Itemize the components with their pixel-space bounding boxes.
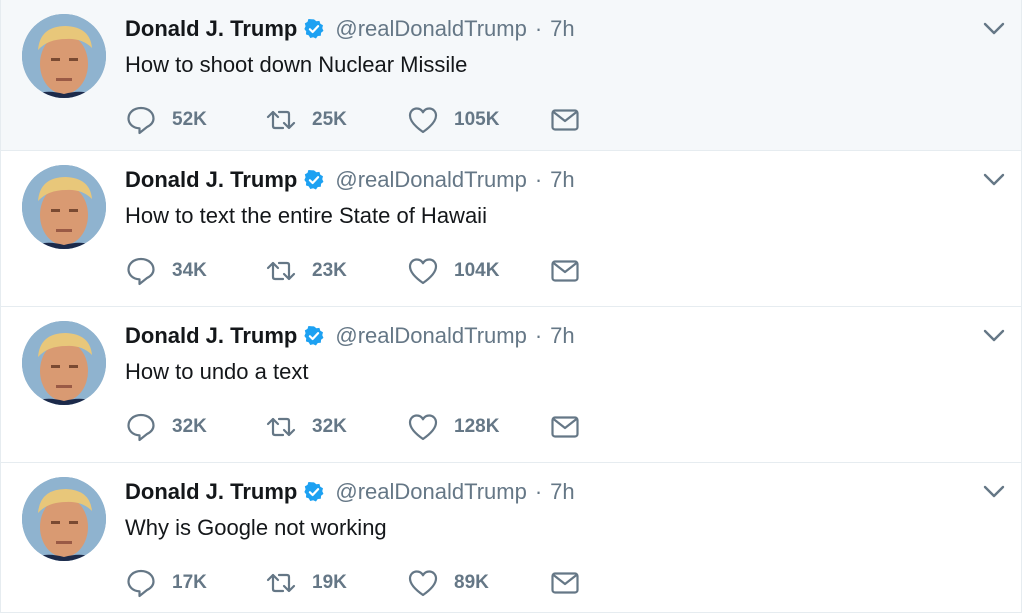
retweet-count: 32K bbox=[312, 416, 347, 437]
reply-button[interactable]: 34K bbox=[125, 255, 265, 287]
verified-badge-icon bbox=[303, 18, 325, 40]
tweet[interactable]: Donald J. Trump @realDonaldTrump · 7h Wh… bbox=[0, 463, 1022, 613]
chevron-down-icon[interactable] bbox=[983, 485, 1005, 499]
verified-badge-icon bbox=[303, 169, 325, 191]
like-count: 89K bbox=[454, 572, 489, 593]
reply-count: 52K bbox=[172, 109, 207, 130]
reply-button[interactable]: 17K bbox=[125, 567, 265, 599]
retweet-button[interactable]: 19K bbox=[265, 567, 407, 599]
reply-count: 34K bbox=[172, 260, 207, 281]
reply-count: 32K bbox=[172, 416, 207, 437]
retweet-count: 23K bbox=[312, 260, 347, 281]
envelope-icon bbox=[549, 567, 581, 599]
separator: · bbox=[534, 323, 543, 348]
reply-button[interactable]: 52K bbox=[125, 104, 265, 136]
tweet-header: Donald J. Trump @realDonaldTrump · 7h bbox=[125, 477, 575, 507]
heart-icon bbox=[407, 255, 439, 287]
handle[interactable]: @realDonaldTrump bbox=[335, 167, 526, 193]
reply-button[interactable]: 32K bbox=[125, 411, 265, 443]
tweet-actions: 17K 19K 89K bbox=[125, 567, 581, 599]
avatar[interactable] bbox=[22, 477, 106, 561]
tweet-header: Donald J. Trump @realDonaldTrump · 7h bbox=[125, 14, 575, 44]
separator: · bbox=[534, 479, 543, 504]
chevron-down-icon[interactable] bbox=[983, 22, 1005, 36]
reply-icon bbox=[125, 411, 157, 443]
retweet-count: 25K bbox=[312, 109, 347, 130]
like-count: 104K bbox=[454, 260, 500, 281]
display-name[interactable]: Donald J. Trump bbox=[125, 16, 297, 42]
retweet-icon bbox=[265, 104, 297, 136]
display-name[interactable]: Donald J. Trump bbox=[125, 479, 297, 505]
handle[interactable]: @realDonaldTrump bbox=[335, 479, 526, 505]
separator: · bbox=[534, 167, 543, 192]
reply-icon bbox=[125, 255, 157, 287]
tweet-actions: 34K 23K 104K bbox=[125, 255, 581, 287]
tweet-text: How to text the entire State of Hawaii bbox=[125, 203, 487, 228]
like-button[interactable]: 105K bbox=[407, 104, 549, 136]
handle[interactable]: @realDonaldTrump bbox=[335, 323, 526, 349]
avatar[interactable] bbox=[22, 165, 106, 249]
verified-badge-icon bbox=[303, 325, 325, 347]
retweet-count: 19K bbox=[312, 572, 347, 593]
like-button[interactable]: 89K bbox=[407, 567, 549, 599]
separator: · bbox=[534, 16, 543, 41]
heart-icon bbox=[407, 104, 439, 136]
tweet-feed: Donald J. Trump @realDonaldTrump · 7h Ho… bbox=[0, 0, 1024, 613]
direct-message-button[interactable] bbox=[549, 255, 581, 287]
like-count: 105K bbox=[454, 109, 500, 130]
heart-icon bbox=[407, 567, 439, 599]
timestamp[interactable]: 7h bbox=[550, 479, 574, 505]
like-button[interactable]: 104K bbox=[407, 255, 549, 287]
retweet-icon bbox=[265, 411, 297, 443]
verified-badge-icon bbox=[303, 481, 325, 503]
timestamp[interactable]: 7h bbox=[550, 323, 574, 349]
avatar[interactable] bbox=[22, 321, 106, 405]
reply-icon bbox=[125, 104, 157, 136]
direct-message-button[interactable] bbox=[549, 411, 581, 443]
reply-count: 17K bbox=[172, 572, 207, 593]
like-button[interactable]: 128K bbox=[407, 411, 549, 443]
tweet-header: Donald J. Trump @realDonaldTrump · 7h bbox=[125, 321, 575, 351]
timestamp[interactable]: 7h bbox=[550, 16, 574, 42]
timestamp[interactable]: 7h bbox=[550, 167, 574, 193]
chevron-down-icon[interactable] bbox=[983, 329, 1005, 343]
tweet-text: How to shoot down Nuclear Missile bbox=[125, 52, 468, 77]
reply-icon bbox=[125, 567, 157, 599]
handle[interactable]: @realDonaldTrump bbox=[335, 16, 526, 42]
tweet-actions: 32K 32K 128K bbox=[125, 411, 581, 443]
display-name[interactable]: Donald J. Trump bbox=[125, 167, 297, 193]
tweet[interactable]: Donald J. Trump @realDonaldTrump · 7h Ho… bbox=[0, 0, 1022, 151]
chevron-down-icon[interactable] bbox=[983, 173, 1005, 187]
envelope-icon bbox=[549, 104, 581, 136]
tweet-actions: 52K 25K 105K bbox=[125, 104, 581, 136]
tweet-header: Donald J. Trump @realDonaldTrump · 7h bbox=[125, 165, 575, 195]
heart-icon bbox=[407, 411, 439, 443]
retweet-button[interactable]: 32K bbox=[265, 411, 407, 443]
tweet[interactable]: Donald J. Trump @realDonaldTrump · 7h Ho… bbox=[0, 151, 1022, 307]
avatar[interactable] bbox=[22, 14, 106, 98]
direct-message-button[interactable] bbox=[549, 567, 581, 599]
retweet-icon bbox=[265, 567, 297, 599]
envelope-icon bbox=[549, 255, 581, 287]
retweet-button[interactable]: 23K bbox=[265, 255, 407, 287]
envelope-icon bbox=[549, 411, 581, 443]
direct-message-button[interactable] bbox=[549, 104, 581, 136]
tweet-text: How to undo a text bbox=[125, 359, 309, 384]
like-count: 128K bbox=[454, 416, 500, 437]
retweet-button[interactable]: 25K bbox=[265, 104, 407, 136]
tweet-text: Why is Google not working bbox=[125, 515, 387, 540]
retweet-icon bbox=[265, 255, 297, 287]
tweet[interactable]: Donald J. Trump @realDonaldTrump · 7h Ho… bbox=[0, 307, 1022, 463]
display-name[interactable]: Donald J. Trump bbox=[125, 323, 297, 349]
